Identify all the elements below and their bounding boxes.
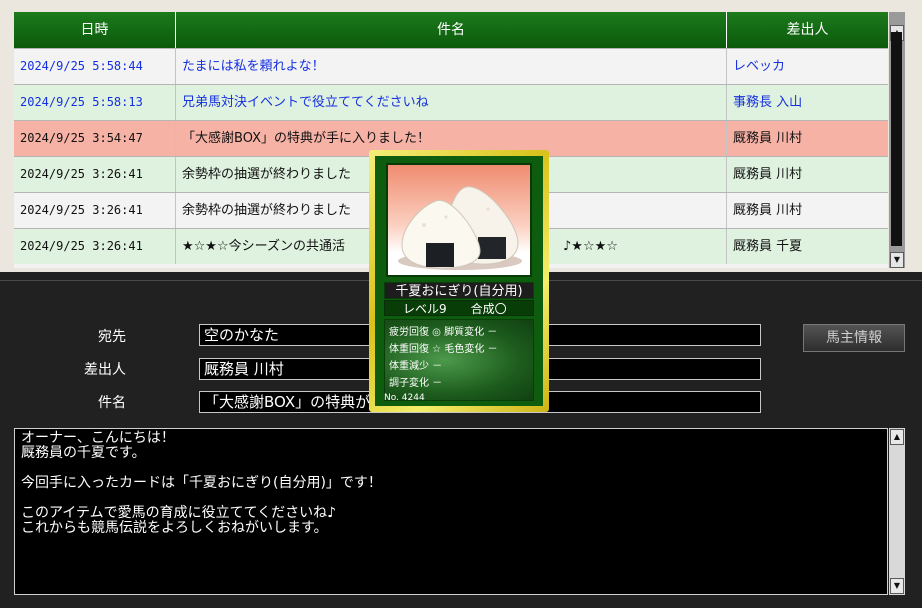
body-line: 今回手に入ったカードは「千夏おにぎり(自分用)」です！: [21, 475, 382, 491]
list-scrollbar[interactable]: ▲ ▼: [889, 12, 905, 268]
body-line: これからも競馬伝説をよろしくおねがいします。: [21, 520, 328, 536]
subject-label: 件名: [98, 395, 126, 411]
row-subject-text: ★☆★☆今シーズンの共通活: [182, 239, 345, 254]
stat-line: 体重減少 －: [389, 361, 443, 372]
owner-info-button[interactable]: 馬主情報: [803, 324, 905, 352]
row-date: 2024/9/25 3:26:41: [14, 157, 176, 192]
scrollbar-thumb[interactable]: [891, 32, 902, 246]
column-header-subject[interactable]: 件名: [176, 12, 727, 48]
table-row[interactable]: 2024/9/25 5:58:44 たまには私を頼れよな！ レベッカ: [14, 48, 888, 84]
scroll-down-arrow-icon[interactable]: ▼: [890, 578, 904, 594]
row-sender: 厩務員 川村: [733, 203, 803, 218]
body-line: [21, 461, 881, 476]
body-line: 厩務員の千夏です。: [21, 445, 146, 461]
row-sender: 事務長 入山: [733, 95, 803, 110]
column-header-date[interactable]: 日時: [14, 12, 176, 48]
item-card-frame: 千夏おにぎり(自分用) レベル9 合成〇 疲労回復 ◎ 脚質変化 － 体重回復 ☆…: [375, 156, 543, 406]
row-sender: 厩務員 川村: [733, 131, 803, 146]
table-header: 日時 件名 差出人: [14, 12, 888, 48]
item-card-stats: 疲労回復 ◎ 脚質変化 － 体重回復 ☆ 毛色変化 － 体重減少 － 調子変化 …: [384, 319, 534, 401]
item-card-number: No. 4244: [384, 393, 425, 403]
row-date: 2024/9/25 5:58:44: [14, 49, 176, 84]
scroll-down-arrow-icon[interactable]: ▼: [890, 252, 904, 268]
to-label: 宛先: [98, 329, 126, 345]
item-card-popup: 千夏おにぎり(自分用) レベル9 合成〇 疲労回復 ◎ 脚質変化 － 体重回復 ☆…: [369, 150, 549, 412]
message-body: オーナー、こんにちは！ 厩務員の千夏です。 今回手に入ったカードは「千夏おにぎり…: [14, 428, 888, 595]
item-card-level: レベル9 合成〇: [384, 300, 534, 316]
stat-line: 疲労回復 ◎ 脚質変化 －: [389, 327, 498, 338]
row-sender: レベッカ: [733, 59, 786, 74]
row-date: 2024/9/25 3:54:47: [14, 121, 176, 156]
row-sender: 厩務員 千夏: [733, 239, 803, 254]
item-card-name: 千夏おにぎり(自分用): [384, 282, 534, 299]
body-line: このアイテムで愛馬の育成に役立ててくださいね♪: [21, 505, 337, 521]
body-scrollbar[interactable]: ▲ ▼: [889, 428, 905, 595]
item-level: レベル9: [403, 302, 447, 316]
stat-line: 体重回復 ☆ 毛色変化 －: [389, 344, 498, 355]
column-header-sender[interactable]: 差出人: [727, 12, 888, 48]
onigiri-icon: [386, 163, 532, 277]
onigiri-illustration: [398, 186, 522, 270]
item-synth: 合成〇: [470, 302, 507, 316]
stat-line: 調子変化 －: [389, 378, 443, 389]
row-subject-tail: ♪★☆★☆: [563, 239, 618, 254]
row-date: 2024/9/25 5:58:13: [14, 85, 176, 120]
scroll-up-arrow-icon[interactable]: ▲: [890, 429, 904, 445]
body-line: [21, 491, 881, 506]
row-subject: たまには私を頼れよな！: [176, 49, 727, 84]
row-sender: 厩務員 川村: [733, 167, 803, 182]
row-date: 2024/9/25 3:26:41: [14, 229, 176, 264]
row-subject: 兄弟馬対決イベントで役立ててくださいね: [176, 85, 727, 120]
table-row[interactable]: 2024/9/25 5:58:13 兄弟馬対決イベントで役立ててくださいね 事務…: [14, 84, 888, 120]
row-date: 2024/9/25 3:26:41: [14, 193, 176, 228]
body-line: オーナー、こんにちは！: [21, 430, 175, 446]
from-label: 差出人: [84, 362, 126, 378]
